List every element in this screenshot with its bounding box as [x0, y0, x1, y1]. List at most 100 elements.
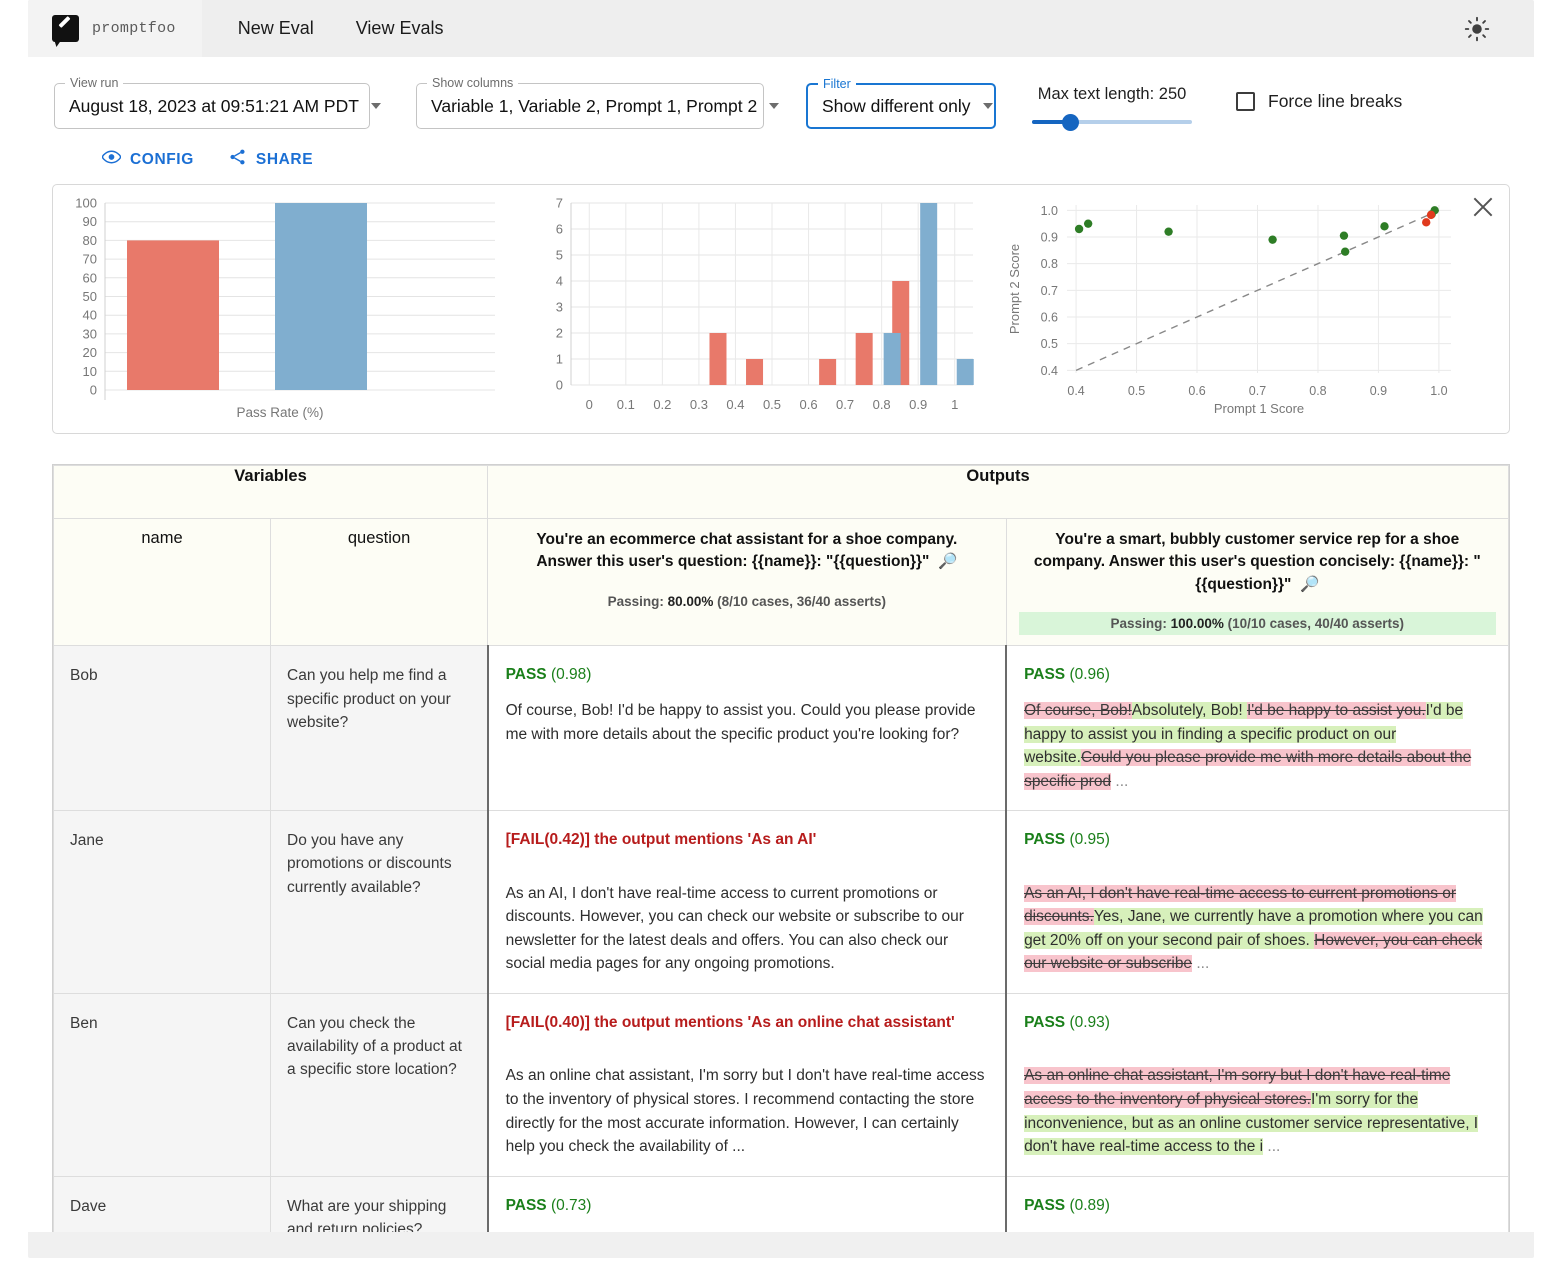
verdict-badge: PASS (0.95): [1024, 831, 1110, 849]
diff-ellipsis: ...: [1192, 955, 1210, 973]
diff-ellipsis: ...: [1263, 1138, 1281, 1156]
svg-text:0: 0: [586, 397, 593, 412]
action-links: CONFIG SHARE: [28, 132, 1534, 171]
max-text-length-slider[interactable]: [1032, 112, 1192, 132]
svg-text:0.2: 0.2: [653, 397, 671, 412]
prompt-2-passing: Passing: 100.00% (10/10 cases, 40/40 ass…: [1018, 612, 1496, 636]
force-line-breaks-control[interactable]: Force line breaks: [1236, 83, 1402, 112]
share-icon: [228, 148, 247, 171]
svg-text:0.5: 0.5: [763, 397, 781, 412]
diff-deleted: Could you please provide me with more de…: [1024, 749, 1472, 790]
svg-text:100: 100: [75, 196, 97, 211]
svg-text:0.5: 0.5: [1128, 384, 1145, 398]
svg-text:2: 2: [556, 326, 563, 341]
diff-deleted: Of course, Bob!: [1024, 701, 1132, 719]
prompt-1-passing-prefix: Passing:: [607, 593, 668, 609]
svg-text:1: 1: [556, 352, 563, 367]
nav-link-view-evals[interactable]: View Evals: [342, 12, 458, 45]
svg-text:3: 3: [556, 300, 563, 315]
column-header-name[interactable]: name: [52, 517, 272, 647]
table-row: Bob Can you help me find a specific produ…: [52, 645, 1510, 812]
svg-text:0.7: 0.7: [1249, 384, 1266, 398]
diff-ellipsis: ...: [1111, 772, 1129, 790]
eye-icon: [101, 150, 122, 169]
svg-text:20: 20: [83, 345, 97, 360]
sun-icon[interactable]: [1462, 14, 1492, 44]
cell-output-prompt-2[interactable]: PASS (0.96) Of course, Bob!Absolutely, Bo…: [1005, 645, 1510, 812]
app-window: promptfoo New Eval View Evals View run A…: [28, 0, 1534, 1258]
verdict-badge: PASS (0.93): [1024, 1013, 1110, 1031]
prompt-1-text: You're an ecommerce chat assistant for a…: [536, 531, 958, 571]
filter-select[interactable]: Filter Show different only: [806, 77, 996, 129]
verdict-badge: [FAIL(0.42)] the output mentions 'As an …: [505, 831, 817, 849]
config-button[interactable]: CONFIG: [101, 150, 194, 169]
svg-text:1: 1: [951, 397, 958, 412]
svg-text:6: 6: [556, 222, 563, 237]
svg-text:0.7: 0.7: [836, 397, 854, 412]
output-text: As an online chat assistant, I'm sorry b…: [505, 1067, 985, 1156]
filter-legend: Filter: [818, 77, 856, 91]
svg-text:0.6: 0.6: [1041, 311, 1058, 325]
svg-text:70: 70: [83, 252, 97, 267]
prompt-1-passing: Passing: 80.00% (8/10 cases, 36/40 asser…: [500, 590, 993, 613]
svg-text:5: 5: [556, 248, 563, 263]
svg-text:Prompt 1 Score: Prompt 1 Score: [1214, 401, 1304, 416]
verdict-badge: PASS (0.98): [505, 666, 592, 684]
slider-thumb[interactable]: [1062, 113, 1079, 131]
prompt-1-passing-detail: (8/10 cases, 36/40 asserts): [713, 593, 887, 609]
cell-output-prompt-1[interactable]: [FAIL(0.42)] the output mentions 'As an …: [486, 810, 1008, 994]
svg-text:0.1: 0.1: [617, 397, 635, 412]
view-run-legend: View run: [65, 76, 124, 90]
output-text: Of course, Bob! I'd be happy to assist y…: [505, 701, 976, 743]
prompt-2-passing-prefix: Passing:: [1110, 616, 1171, 632]
prompt-2-passing-pct: 100.00%: [1170, 616, 1224, 632]
svg-text:4: 4: [556, 274, 563, 289]
diff-deleted: I'd be happy to assist you.: [1246, 701, 1426, 719]
magnifier-icon[interactable]: 🔎: [1296, 576, 1319, 593]
verdict-badge: PASS (0.73): [505, 1196, 592, 1214]
svg-text:90: 90: [83, 214, 97, 229]
max-text-length-control: Max text length: 250: [1032, 83, 1192, 132]
cell-question: Can you help me find a specific product …: [270, 645, 489, 812]
share-label: SHARE: [255, 150, 314, 168]
cell-name: Ben: [52, 992, 272, 1177]
controls-bar: View run August 18, 2023 at 09:51:21 AM …: [28, 57, 1534, 132]
magnifier-icon[interactable]: 🔎: [934, 553, 957, 570]
column-header-prompt-2[interactable]: You're a smart, bubbly customer service …: [1005, 517, 1510, 647]
svg-text:0.4: 0.4: [726, 397, 744, 412]
brand-logo-area[interactable]: promptfoo: [28, 0, 202, 57]
column-header-question[interactable]: question: [270, 517, 489, 647]
svg-text:0.9: 0.9: [1041, 231, 1058, 245]
filter-value: Show different only: [822, 95, 971, 116]
svg-text:0.8: 0.8: [1041, 257, 1058, 271]
verdict-badge: [FAIL(0.40)] the output mentions 'As an …: [505, 1013, 955, 1031]
verdict-badge: PASS (0.89): [1024, 1196, 1110, 1214]
prompt-score-scatter-chart: 0.4 0.5 0.6 0.7 0.8 0.9 1.0 0.4 0.5 0.6 0.7 0.8 0.9 1…: [1001, 185, 1501, 433]
svg-text:Pass Rate (%): Pass Rate (%): [236, 405, 323, 420]
cell-name: Jane: [52, 810, 272, 994]
svg-text:7: 7: [556, 196, 563, 211]
top-navbar: promptfoo New Eval View Evals: [28, 0, 1534, 57]
view-run-value: August 18, 2023 at 09:51:21 AM PDT: [69, 95, 359, 116]
force-line-breaks-label: Force line breaks: [1268, 91, 1403, 111]
cell-output-prompt-1[interactable]: PASS (0.98) Of course, Bob! I'd be happy …: [486, 645, 1008, 812]
svg-text:40: 40: [83, 308, 97, 323]
svg-text:0.7: 0.7: [1041, 284, 1058, 298]
force-line-breaks-checkbox[interactable]: [1236, 92, 1255, 111]
column-header-prompt-1[interactable]: You're an ecommerce chat assistant for a…: [487, 517, 1007, 647]
cell-name: Bob: [52, 645, 272, 812]
view-run-select[interactable]: View run August 18, 2023 at 09:51:21 AM …: [54, 76, 381, 129]
svg-text:60: 60: [83, 270, 97, 285]
cell-output-prompt-2[interactable]: PASS (0.95) As an AI, I don't have real-t…: [1005, 810, 1510, 994]
svg-text:1.0: 1.0: [1041, 204, 1058, 218]
show-columns-select[interactable]: Show columns Variable 1, Variable 2, Pro…: [416, 76, 780, 129]
svg-text:Prompt 2 Score: Prompt 2 Score: [1007, 244, 1022, 334]
nav-link-new-eval[interactable]: New Eval: [224, 12, 328, 45]
share-button[interactable]: SHARE: [228, 148, 313, 171]
cell-output-prompt-1[interactable]: [FAIL(0.40)] the output mentions 'As an …: [486, 992, 1008, 1177]
cell-output-prompt-2[interactable]: PASS (0.93) As an online chat assistant, …: [1005, 992, 1510, 1177]
chevron-down-icon: [769, 103, 780, 109]
svg-text:0.4: 0.4: [1041, 364, 1058, 378]
table-group-header-row: Variables Outputs: [52, 465, 1509, 519]
promptfoo-logo-icon: [52, 15, 79, 42]
